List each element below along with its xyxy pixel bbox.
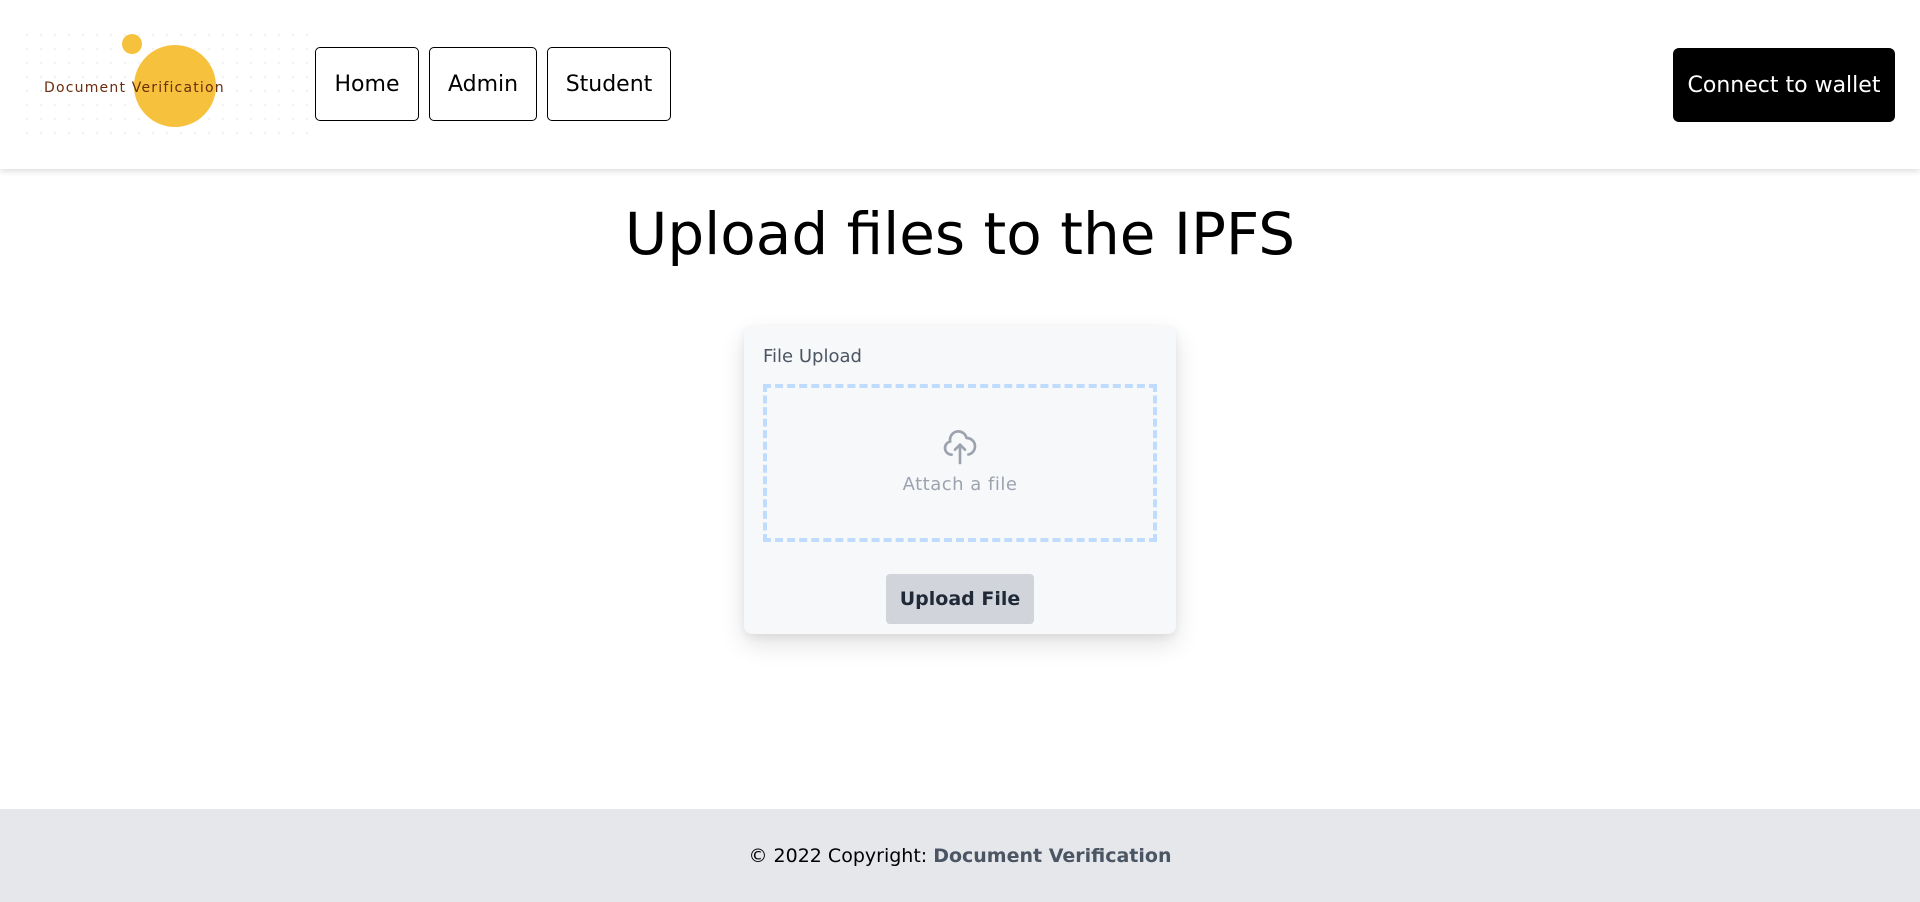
nav-admin-button[interactable]: Admin	[429, 47, 537, 121]
attach-file-text: Attach a file	[902, 473, 1018, 495]
nav-student-button[interactable]: Student	[547, 47, 671, 121]
upload-file-button[interactable]: Upload File	[886, 574, 1034, 624]
page-title: Upload files to the IPFS	[624, 200, 1296, 268]
logo-text: Document Verification	[44, 80, 225, 96]
site-header: Document Verification Home Admin Student…	[0, 0, 1920, 169]
footer-copyright: © 2022 Copyright:	[748, 844, 928, 867]
site-footer: © 2022 Copyright: Document Verification	[0, 809, 1920, 902]
nav-home-button[interactable]: Home	[315, 47, 419, 121]
connect-wallet-button[interactable]: Connect to wallet	[1673, 48, 1895, 122]
file-drop-zone[interactable]: Attach a file	[763, 384, 1157, 542]
cloud-upload-icon	[943, 429, 977, 464]
upload-card: File Upload Attach a file Upload File	[744, 326, 1176, 634]
logo[interactable]: Document Verification	[20, 28, 310, 138]
logo-small-circle	[122, 34, 142, 54]
file-upload-label: File Upload	[763, 346, 862, 367]
footer-brand-link[interactable]: Document Verification	[933, 845, 1171, 867]
